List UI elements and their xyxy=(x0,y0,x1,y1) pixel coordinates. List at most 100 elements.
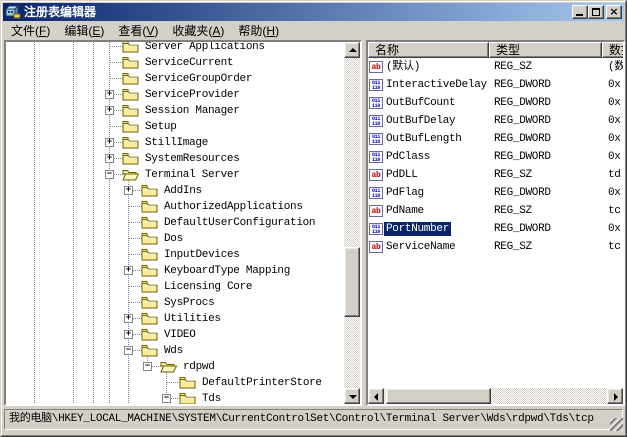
tree-item-server-applications[interactable]: Server Applications xyxy=(6,42,344,55)
tree-item-tds[interactable]: − Tds xyxy=(6,391,344,404)
value-row-outbuflength[interactable]: 011110OutBufLengthREG_DWORD0x xyxy=(368,130,623,148)
tree-item-authorizedapplications[interactable]: AuthorizedApplications xyxy=(6,199,344,215)
tree-vertical-scrollbar[interactable] xyxy=(344,42,360,404)
minimize-button[interactable] xyxy=(572,5,588,19)
tree-item-defaultprinterstore[interactable]: DefaultPrinterStore xyxy=(6,375,344,391)
collapse-toggle[interactable]: − xyxy=(162,394,171,403)
tree-item-inputdevices[interactable]: InputDevices xyxy=(6,247,344,263)
value-name[interactable]: (默认) xyxy=(386,60,420,74)
tree-item-label[interactable]: Tds xyxy=(202,392,221,404)
expand-toggle[interactable]: + xyxy=(105,138,114,147)
value-row-pddll[interactable]: abPdDLLREG_SZtd xyxy=(368,166,623,184)
tree-item-label[interactable]: Session Manager xyxy=(145,104,240,118)
value-row-pdclass[interactable]: 011110PdClassREG_DWORD0x xyxy=(368,148,623,166)
tree-item-label[interactable]: ServiceGroupOrder xyxy=(145,72,252,86)
tree-item-label[interactable]: Terminal Server xyxy=(145,168,240,182)
tree-item-licensing-core[interactable]: Licensing Core xyxy=(6,279,344,295)
title-bar[interactable]: 注册表编辑器 × xyxy=(3,3,624,21)
tree-item-label[interactable]: Setup xyxy=(145,120,177,134)
tree-item-systemresources[interactable]: + SystemResources xyxy=(6,151,344,167)
tree-item-label[interactable]: SystemResources xyxy=(145,152,240,166)
tree-item-video[interactable]: + VIDEO xyxy=(6,327,344,343)
tree-item-label[interactable]: AuthorizedApplications xyxy=(164,200,303,214)
tree-item-label[interactable]: DefaultUserConfiguration xyxy=(164,216,315,230)
tree-item-label[interactable]: Dos xyxy=(164,232,183,246)
tree-item-label[interactable]: InputDevices xyxy=(164,248,240,262)
resize-grip[interactable] xyxy=(610,418,623,431)
value-name[interactable]: PdDLL xyxy=(386,168,418,182)
tree-item-setup[interactable]: Setup xyxy=(6,119,344,135)
column-header-data[interactable]: 数据 xyxy=(602,42,623,58)
tree-item-label[interactable]: Utilities xyxy=(164,312,221,326)
value-name[interactable]: OutBufLength xyxy=(386,132,462,146)
value-row-portnumber[interactable]: 011110PortNumberREG_DWORD0x xyxy=(368,220,623,238)
scroll-up-button[interactable] xyxy=(344,42,360,58)
vertical-scroll-thumb[interactable] xyxy=(344,247,360,317)
tree-item-label[interactable]: ServiceCurrent xyxy=(145,56,233,70)
tree-item-dos[interactable]: Dos xyxy=(6,231,344,247)
tree-item-rdpwd[interactable]: − rdpwd xyxy=(6,359,344,375)
value-name[interactable]: InteractiveDelay xyxy=(386,78,487,92)
scroll-left-button[interactable] xyxy=(368,388,384,404)
menu-item-a[interactable]: 收藏夹(A) xyxy=(165,20,231,41)
tree-item-wds[interactable]: − Wds xyxy=(6,343,344,359)
tree-item-label[interactable]: DefaultPrinterStore xyxy=(202,376,322,390)
tree-item-label[interactable]: VIDEO xyxy=(164,328,196,342)
tree-item-servicegrouporder[interactable]: ServiceGroupOrder xyxy=(6,71,344,87)
expand-toggle[interactable]: + xyxy=(105,154,114,163)
tree-item-keyboardtype-mapping[interactable]: + KeyboardType Mapping xyxy=(6,263,344,279)
value-name[interactable]: OutBufDelay xyxy=(386,114,455,128)
tree-item-label[interactable]: rdpwd xyxy=(183,360,215,374)
scroll-down-button[interactable] xyxy=(344,388,360,404)
tree-item-serviceprovider[interactable]: + ServiceProvider xyxy=(6,87,344,103)
scroll-right-button[interactable] xyxy=(607,388,623,404)
tree-item-defaultuserconfiguration[interactable]: DefaultUserConfiguration xyxy=(6,215,344,231)
tree-item-servicecurrent[interactable]: ServiceCurrent xyxy=(6,55,344,71)
value-row--[interactable]: ab(默认)REG_SZ(数 xyxy=(368,58,623,76)
tree-item-utilities[interactable]: + Utilities xyxy=(6,311,344,327)
column-header-type[interactable]: 类型 xyxy=(489,42,602,58)
tree-item-label[interactable]: KeyboardType Mapping xyxy=(164,264,290,278)
value-name[interactable]: PdClass xyxy=(386,150,430,164)
tree-item-label[interactable]: ServiceProvider xyxy=(145,88,240,102)
tree-item-sysprocs[interactable]: SysProcs xyxy=(6,295,344,311)
tree-item-label[interactable]: Server Applications xyxy=(145,42,265,54)
value-row-pdflag[interactable]: 011110PdFlagREG_DWORD0x xyxy=(368,184,623,202)
tree-item-label[interactable]: SysProcs xyxy=(164,296,214,310)
collapse-toggle[interactable]: − xyxy=(124,346,133,355)
tree-item-addins[interactable]: + AddIns xyxy=(6,183,344,199)
values-horizontal-scrollbar[interactable] xyxy=(368,388,623,404)
tree-item-terminal-server[interactable]: − Terminal Server xyxy=(6,167,344,183)
collapse-toggle[interactable]: − xyxy=(105,170,114,179)
value-name-selected[interactable]: PortNumber xyxy=(384,222,451,236)
value-row-outbufcount[interactable]: 011110OutBufCountREG_DWORD0x xyxy=(368,94,623,112)
value-row-pdname[interactable]: abPdNameREG_SZtc xyxy=(368,202,623,220)
menu-item-f[interactable]: 文件(F) xyxy=(4,20,57,41)
horizontal-scroll-thumb[interactable] xyxy=(386,388,491,404)
tree-item-label[interactable]: Wds xyxy=(164,344,183,358)
expand-toggle[interactable]: + xyxy=(124,314,133,323)
maximize-button[interactable] xyxy=(588,5,604,19)
value-row-interactivedelay[interactable]: 011110InteractiveDelayREG_DWORD0x xyxy=(368,76,623,94)
value-name[interactable]: PdFlag xyxy=(386,186,424,200)
tree-item-label[interactable]: StillImage xyxy=(145,136,208,150)
value-name[interactable]: ServiceName xyxy=(386,240,455,254)
expand-toggle[interactable]: + xyxy=(124,186,133,195)
tree-item-label[interactable]: Licensing Core xyxy=(164,280,252,294)
value-row-servicename[interactable]: abServiceNameREG_SZtc xyxy=(368,238,623,256)
expand-toggle[interactable]: + xyxy=(124,330,133,339)
menu-item-v[interactable]: 查看(V) xyxy=(111,20,165,41)
tree-item-stillimage[interactable]: + StillImage xyxy=(6,135,344,151)
expand-toggle[interactable]: + xyxy=(105,106,114,115)
expand-toggle[interactable]: + xyxy=(124,266,133,275)
column-header-name[interactable]: 名称 xyxy=(368,42,489,58)
value-name[interactable]: OutBufCount xyxy=(386,96,455,110)
tree-item-session-manager[interactable]: + Session Manager xyxy=(6,103,344,119)
collapse-toggle[interactable]: − xyxy=(143,362,152,371)
expand-toggle[interactable]: + xyxy=(105,90,114,99)
menu-item-h[interactable]: 帮助(H) xyxy=(231,20,286,41)
value-name[interactable]: PdName xyxy=(386,204,424,218)
close-button[interactable]: × xyxy=(606,5,622,19)
menu-item-e[interactable]: 编辑(E) xyxy=(57,20,111,41)
tree-item-label[interactable]: AddIns xyxy=(164,184,202,198)
